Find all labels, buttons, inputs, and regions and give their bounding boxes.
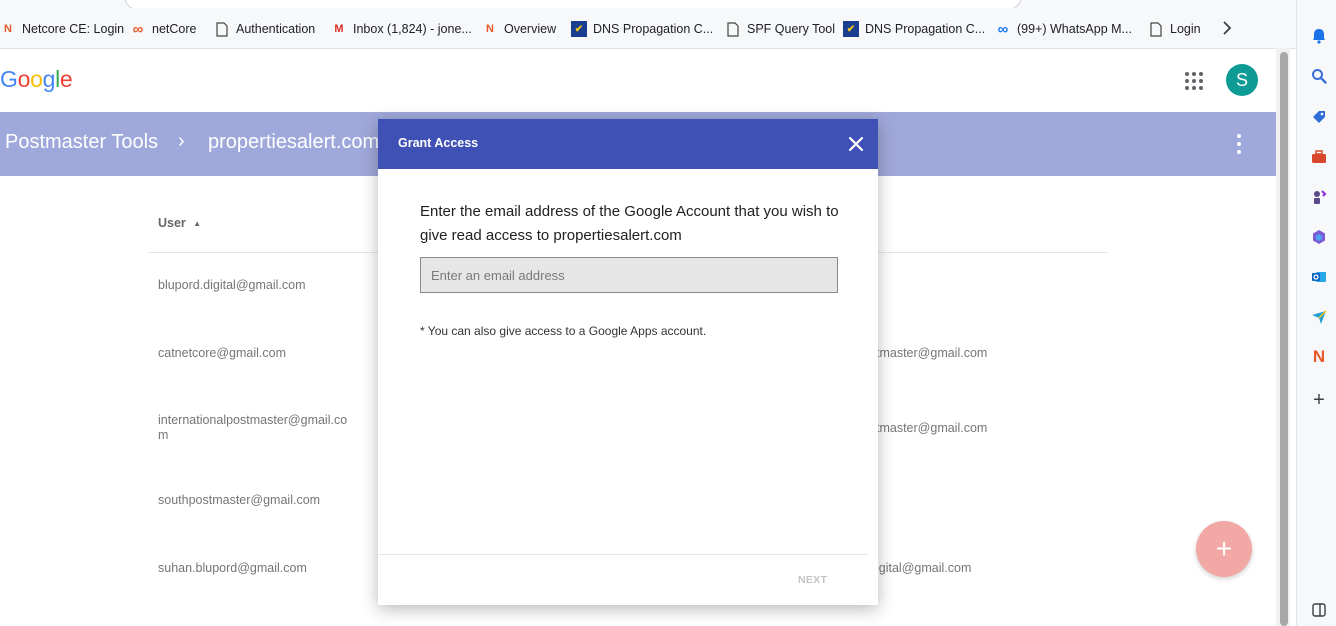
dns-check-icon: ✔ bbox=[843, 21, 859, 37]
outlook-icon[interactable] bbox=[1309, 267, 1329, 287]
chess-icon[interactable] bbox=[1309, 187, 1329, 207]
next-button[interactable]: NEXT bbox=[798, 574, 827, 586]
tag-icon[interactable] bbox=[1309, 107, 1329, 127]
bookmark-overview[interactable]: N Overview bbox=[482, 20, 556, 38]
plus-icon: + bbox=[1215, 533, 1233, 564]
google-logo[interactable]: Google bbox=[0, 66, 73, 93]
bookmark-authentication[interactable]: Authentication bbox=[214, 20, 315, 38]
bookmark-dns-propagation-1[interactable]: ✔ DNS Propagation C... bbox=[571, 20, 713, 38]
breadcrumb-separator-icon: › bbox=[178, 130, 185, 152]
table-row-user: blupord.digital@gmail.com bbox=[158, 278, 306, 292]
email-input[interactable] bbox=[420, 257, 838, 293]
bookmark-whatsapp[interactable]: ∞ (99+) WhatsApp M... bbox=[995, 20, 1132, 38]
dialog-title: Grant Access bbox=[398, 136, 479, 150]
netcore-n-icon[interactable]: N bbox=[1309, 347, 1329, 367]
send-icon[interactable] bbox=[1309, 307, 1329, 327]
dialog-message: Enter the email address of the Google Ac… bbox=[420, 203, 839, 244]
table-row-user: suhan.blupord@gmail.com bbox=[158, 561, 307, 575]
sort-ascending-icon: ▲ bbox=[193, 219, 202, 228]
table-row-user: internationalpostmaster@gmail.co m bbox=[158, 413, 348, 442]
bookmarks-overflow-chevron-icon[interactable] bbox=[1222, 21, 1232, 38]
add-user-fab-button[interactable]: + bbox=[1196, 521, 1252, 577]
close-icon[interactable] bbox=[846, 134, 866, 154]
dialog-header: Grant Access bbox=[378, 119, 878, 169]
bookmark-gmail-inbox[interactable]: M Inbox (1,824) - jone... bbox=[331, 20, 471, 38]
bell-icon[interactable] bbox=[1309, 26, 1329, 46]
dialog-note: * You can also give access to a Google A… bbox=[420, 324, 707, 338]
page-icon bbox=[214, 21, 230, 37]
page-icon bbox=[1148, 21, 1164, 37]
split-view-icon[interactable] bbox=[1309, 600, 1329, 620]
table-row-owner: tmaster@gmail.com bbox=[876, 421, 988, 435]
table-row-user: catnetcore@gmail.com bbox=[158, 346, 287, 360]
bookmarks-bar: N Netcore CE: Login ∞ netCore Authentica… bbox=[0, 8, 1296, 49]
page-scrollbar-thumb[interactable] bbox=[1280, 52, 1288, 626]
breadcrumb-root[interactable]: Postmaster Tools bbox=[5, 131, 158, 154]
search-icon[interactable] bbox=[1309, 66, 1329, 86]
account-avatar[interactable]: S bbox=[1226, 64, 1258, 96]
office-icon[interactable] bbox=[1309, 227, 1329, 247]
table-row-user: southpostmaster@gmail.com bbox=[158, 493, 321, 507]
user-column-header[interactable]: User ▲ bbox=[158, 216, 201, 230]
grant-access-dialog: Grant Access Enter the email address of … bbox=[378, 119, 878, 605]
briefcase-icon[interactable] bbox=[1309, 147, 1329, 167]
breadcrumb-domain: propertiesalert.com bbox=[208, 131, 380, 153]
table-row-owner: tmaster@gmail.com bbox=[876, 346, 988, 360]
netcore-n-icon: N bbox=[486, 23, 494, 35]
bookmark-login[interactable]: Login bbox=[1148, 20, 1201, 38]
bookmark-dns-propagation-2[interactable]: ✔ DNS Propagation C... bbox=[843, 20, 985, 38]
page-icon bbox=[725, 21, 741, 37]
netcore-n-icon: N bbox=[4, 23, 12, 35]
dialog-footer-divider bbox=[378, 554, 868, 555]
bookmark-netcore-login[interactable]: N Netcore CE: Login bbox=[0, 20, 124, 38]
meta-icon: ∞ bbox=[997, 20, 1009, 38]
gmail-icon: M bbox=[334, 23, 344, 35]
google-apps-grid-icon[interactable] bbox=[1185, 72, 1203, 90]
table-row-owner: igital@gmail.com bbox=[876, 561, 972, 575]
dns-check-icon: ✔ bbox=[571, 21, 587, 37]
infinity-icon: ∞ bbox=[132, 20, 144, 38]
plus-icon[interactable]: + bbox=[1309, 389, 1329, 411]
bookmark-spf-query-tool[interactable]: SPF Query Tool bbox=[725, 20, 835, 38]
more-options-icon[interactable] bbox=[1236, 134, 1242, 154]
bookmark-netcore[interactable]: ∞ netCore bbox=[130, 20, 197, 38]
